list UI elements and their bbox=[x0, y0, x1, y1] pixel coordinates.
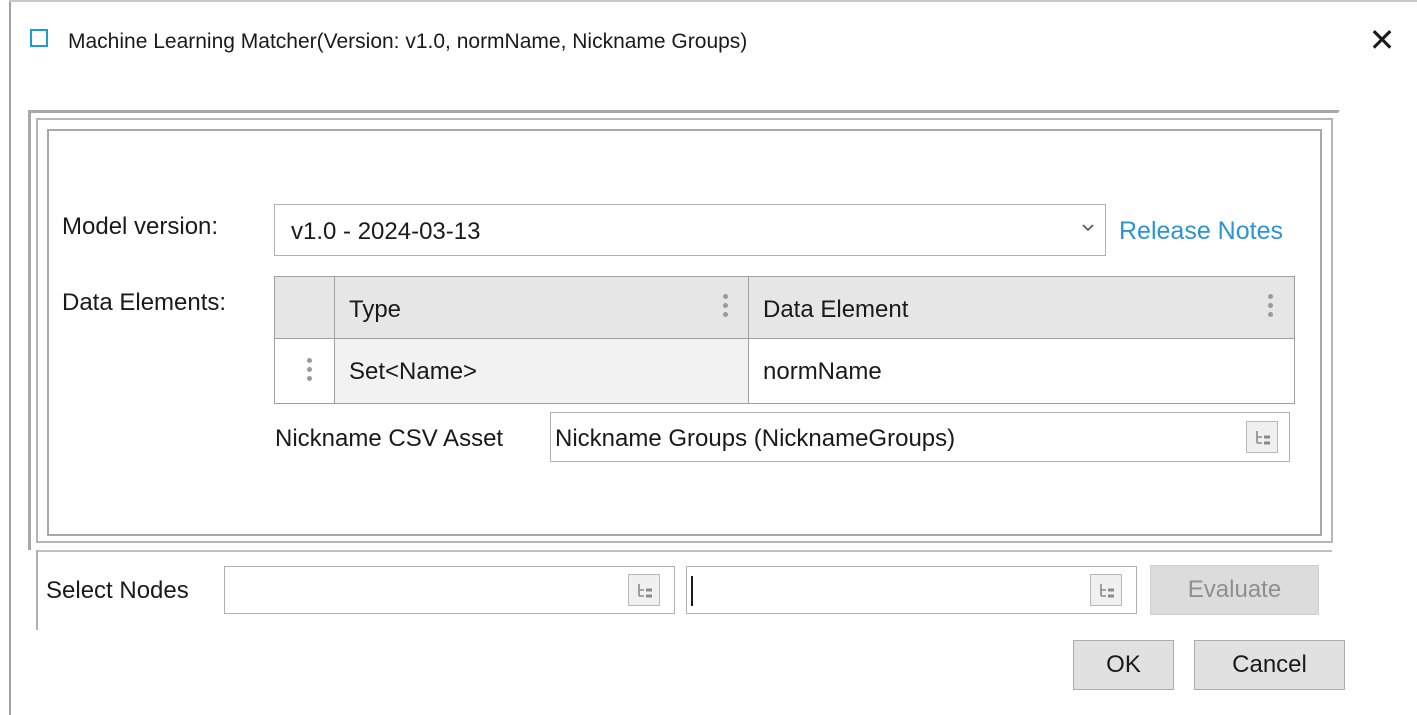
model-version-select[interactable]: v1.0 - 2024-03-13 bbox=[274, 204, 1106, 256]
window-title: Machine Learning Matcher(Version: v1.0, … bbox=[68, 30, 748, 53]
dialog-window: Machine Learning Matcher(Version: v1.0, … bbox=[0, 0, 1417, 715]
window-border bbox=[9, 0, 11, 715]
model-version-value: v1.0 - 2024-03-13 bbox=[291, 218, 481, 245]
evaluate-button[interactable]: Evaluate bbox=[1150, 565, 1319, 615]
release-notes-link[interactable]: Release Notes bbox=[1119, 217, 1283, 246]
row-handle[interactable] bbox=[275, 339, 335, 403]
tree-browse-icon[interactable] bbox=[628, 574, 660, 606]
separator bbox=[36, 550, 38, 630]
app-window-icon bbox=[30, 29, 48, 47]
kebab-icon[interactable] bbox=[723, 294, 729, 321]
separator bbox=[36, 550, 1332, 552]
cell-type-value: Set<Name> bbox=[349, 358, 478, 385]
model-version-label: Model version: bbox=[62, 213, 219, 240]
column-header-label: Data Element bbox=[763, 296, 909, 323]
text-caret bbox=[691, 576, 693, 606]
row-handle-header bbox=[275, 277, 335, 339]
table-cell-type[interactable]: Set<Name> bbox=[335, 339, 749, 403]
close-icon[interactable]: ✕ bbox=[1362, 20, 1402, 60]
data-elements-label: Data Elements: bbox=[62, 289, 227, 316]
nickname-csv-asset-field[interactable]: Nickname Groups (NicknameGroups) bbox=[550, 412, 1290, 462]
nickname-csv-asset-label: Nickname CSV Asset bbox=[275, 425, 504, 452]
ok-button[interactable]: OK bbox=[1073, 640, 1174, 690]
kebab-icon[interactable] bbox=[1268, 294, 1274, 321]
cell-data-element-value: normName bbox=[763, 358, 882, 385]
tree-browse-icon[interactable] bbox=[1246, 421, 1278, 453]
tree-browse-icon[interactable] bbox=[1090, 574, 1122, 606]
column-header-type[interactable]: Type bbox=[335, 277, 749, 339]
chevron-down-icon bbox=[1081, 217, 1095, 243]
kebab-icon[interactable] bbox=[307, 358, 313, 385]
nickname-csv-asset-value: Nickname Groups (NicknameGroups) bbox=[555, 425, 956, 452]
data-elements-table: Type Data Element Set<Name> normName bbox=[274, 276, 1295, 404]
select-nodes-label: Select Nodes bbox=[46, 577, 189, 604]
column-header-label: Type bbox=[349, 296, 402, 323]
table-cell-data-element[interactable]: normName bbox=[749, 339, 1294, 403]
select-nodes-field-1[interactable] bbox=[224, 566, 675, 614]
select-nodes-field-2[interactable] bbox=[686, 566, 1137, 614]
column-header-data-element[interactable]: Data Element bbox=[749, 277, 1294, 339]
cancel-button[interactable]: Cancel bbox=[1194, 640, 1345, 690]
